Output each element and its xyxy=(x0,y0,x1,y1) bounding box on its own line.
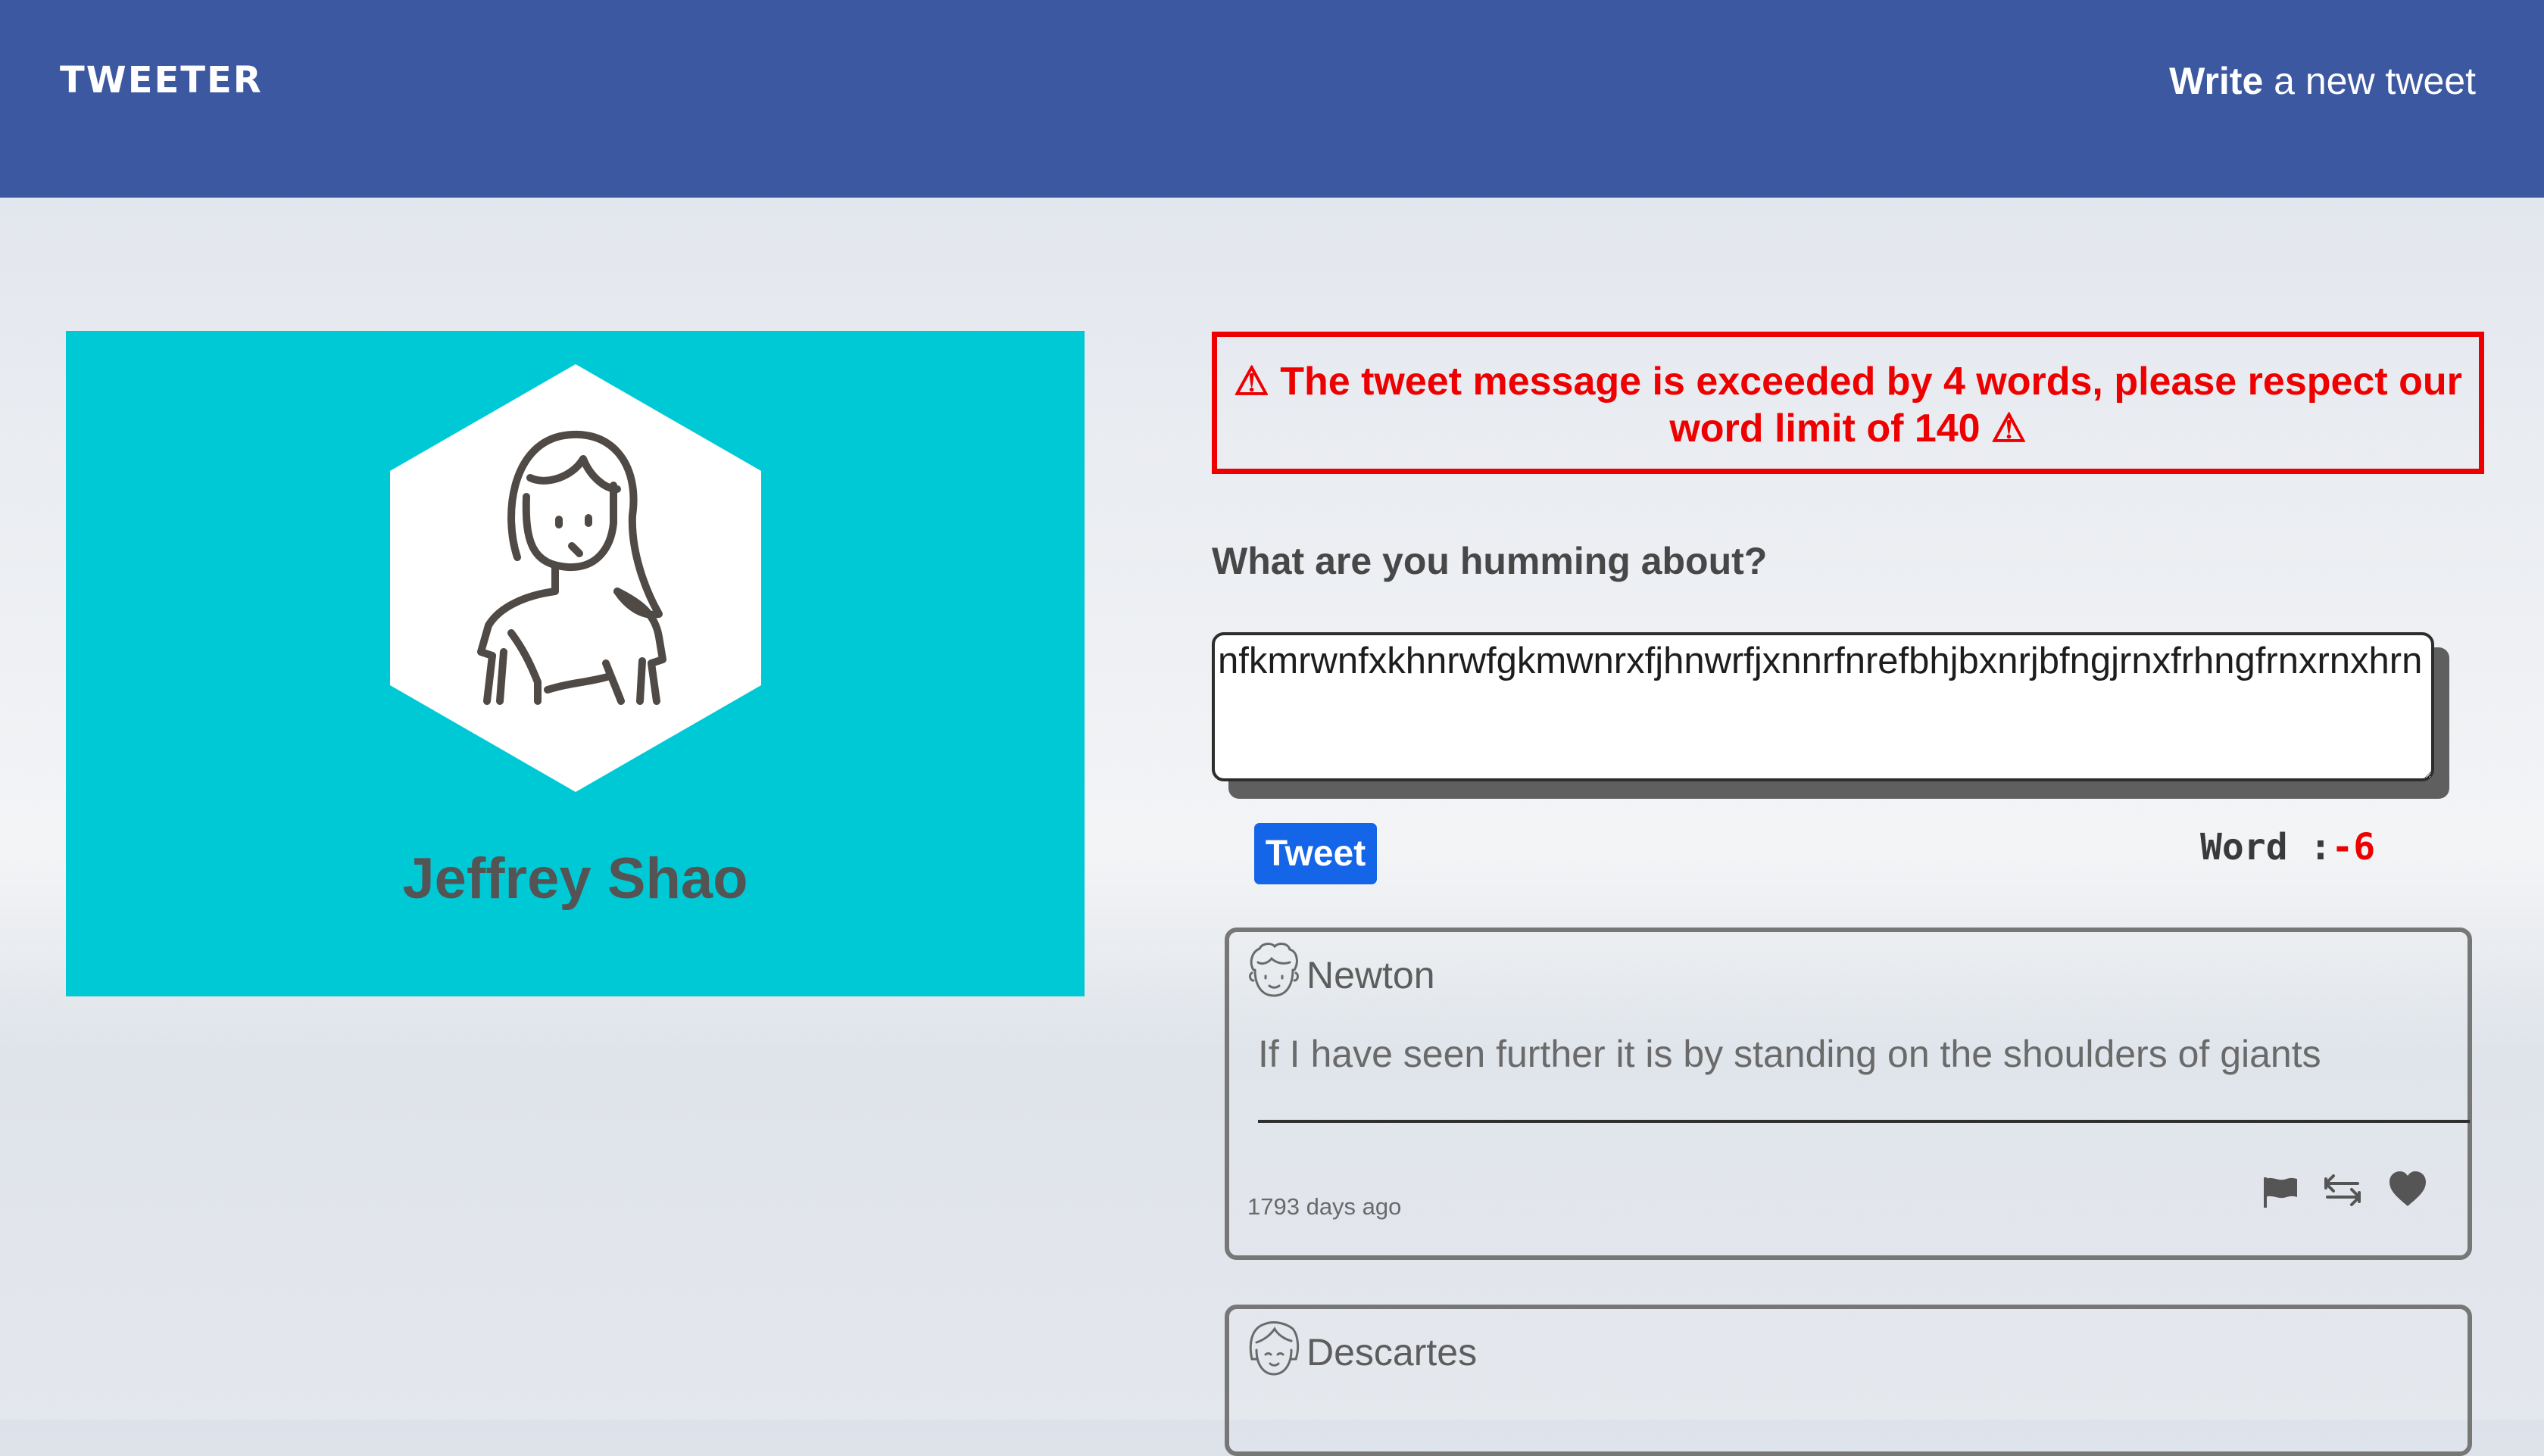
profile-name: Jeffrey Shao xyxy=(402,846,748,911)
retweet-icon[interactable] xyxy=(2321,1168,2364,1211)
word-counter-value: -6 xyxy=(2331,826,2376,868)
tweet-button[interactable]: Tweet xyxy=(1254,823,1377,884)
word-counter-label: Word : xyxy=(2200,826,2332,868)
tweet-author: Descartes xyxy=(1306,1331,1478,1373)
word-counter: Word :-6 xyxy=(2200,826,2375,868)
write-new-tweet-link[interactable]: Write a new tweet xyxy=(2169,59,2476,103)
tweet-card: Descartes xyxy=(1225,1305,2472,1456)
tweet-text: If I have seen further it is by standing… xyxy=(1258,1033,2321,1075)
heart-icon[interactable] xyxy=(2386,1168,2429,1211)
bob-hair-face-icon xyxy=(1249,1321,1300,1376)
write-link-rest: a new tweet xyxy=(2263,60,2476,102)
woman-avatar-icon xyxy=(390,364,761,792)
write-link-strong: Write xyxy=(2169,60,2264,102)
top-navbar: TWEETER Write a new tweet xyxy=(0,0,2544,198)
flag-icon[interactable] xyxy=(2259,1168,2302,1211)
tweet-card: Newton If I have seen further it is by s… xyxy=(1225,928,2472,1260)
profile-card: Jeffrey Shao xyxy=(66,331,1085,996)
brand-logo[interactable]: TWEETER xyxy=(60,59,263,101)
word-limit-alert: ⚠ The tweet message is exceeded by 4 wor… xyxy=(1212,332,2484,474)
composer-prompt: What are you humming about? xyxy=(1212,540,1768,582)
tweet-timestamp: 1793 days ago xyxy=(1247,1193,1402,1220)
tweet-input[interactable]: nfkmrwnfxkhnrwfgkmwnrxfjhnwrfjxnnrfnrefb… xyxy=(1212,632,2434,781)
curly-hair-face-icon xyxy=(1249,943,1299,997)
tweet-divider xyxy=(1258,1120,2470,1123)
tweet-author: Newton xyxy=(1306,954,1435,996)
